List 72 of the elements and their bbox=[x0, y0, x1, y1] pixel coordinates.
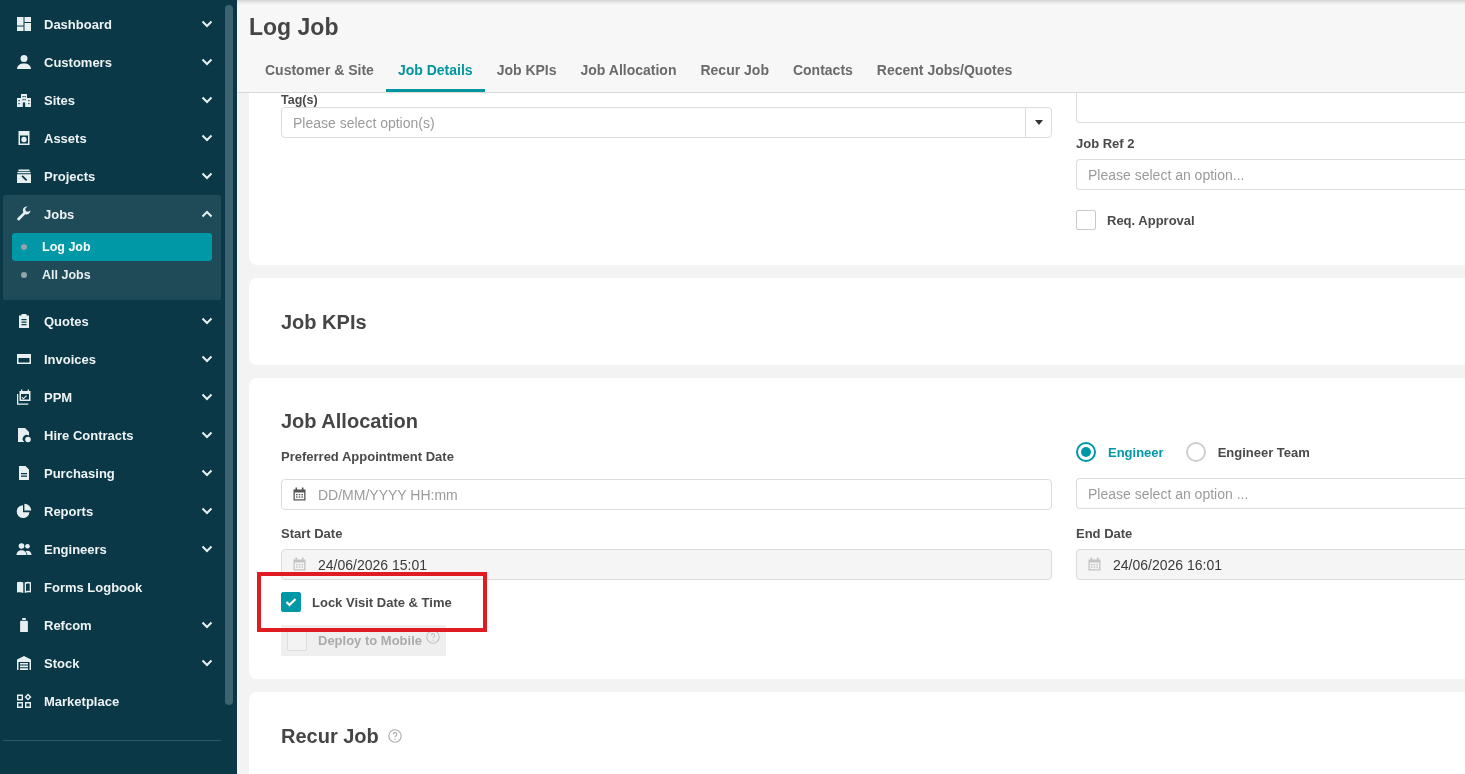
field-label: Start Date bbox=[281, 526, 343, 542]
field-label: Job Ref 2 bbox=[1076, 136, 1135, 152]
text-field[interactable] bbox=[1076, 93, 1465, 123]
sidebar-item[interactable]: Stock bbox=[3, 644, 221, 682]
tab[interactable]: Job KPIs bbox=[484, 52, 569, 92]
help-icon[interactable] bbox=[387, 729, 402, 743]
sidebar-item[interactable]: Jobs bbox=[3, 195, 221, 233]
bullet-icon bbox=[21, 272, 27, 278]
field-label: Tag(s) bbox=[281, 93, 318, 107]
radio-button[interactable] bbox=[1076, 442, 1096, 462]
sidebar-item[interactable]: Marketplace bbox=[3, 682, 221, 720]
checkmark-icon bbox=[285, 597, 297, 607]
apps-icon bbox=[16, 693, 32, 709]
sidebar-item[interactable]: Customers bbox=[3, 43, 221, 81]
calendar-icon bbox=[1088, 557, 1101, 571]
section-heading: Job KPIs bbox=[281, 310, 368, 335]
document-icon bbox=[16, 465, 32, 481]
checkbox-label: Req. Approval bbox=[1107, 212, 1195, 228]
tray-icon bbox=[16, 168, 32, 184]
person-icon bbox=[16, 54, 32, 70]
tab[interactable]: Recur Job bbox=[688, 52, 781, 92]
sidebar-item[interactable]: PPM bbox=[3, 378, 221, 416]
appliance-icon bbox=[16, 130, 32, 146]
calendar-icon bbox=[293, 487, 306, 501]
pie-chart-icon bbox=[16, 503, 32, 519]
radio-button[interactable] bbox=[1185, 442, 1206, 462]
book-icon bbox=[16, 579, 32, 595]
card-icon bbox=[16, 351, 32, 367]
sidebar-item[interactable]: Invoices bbox=[3, 340, 221, 378]
submenu-item[interactable]: All Jobs bbox=[12, 261, 212, 289]
checkbox[interactable] bbox=[281, 592, 301, 612]
tab[interactable]: Contacts bbox=[780, 52, 865, 92]
section-heading: Recur Job bbox=[281, 724, 379, 749]
tab[interactable]: Recent Jobs/Quotes bbox=[864, 52, 1025, 92]
sidebar-item[interactable]: Dashboard bbox=[3, 5, 221, 43]
sidebar-item[interactable]: Projects bbox=[3, 157, 221, 195]
scrollbar-thumb[interactable] bbox=[225, 5, 233, 705]
tags-select[interactable]: Please select option(s) bbox=[281, 107, 1052, 138]
radio-label: Engineer bbox=[1108, 444, 1164, 460]
bullet-icon bbox=[21, 244, 27, 250]
dashboard-icon bbox=[16, 16, 32, 32]
sidebar-item[interactable]: Engineers bbox=[3, 530, 221, 568]
sidebar-item[interactable]: Forms Logbook bbox=[3, 568, 221, 606]
building-icon bbox=[16, 92, 32, 108]
sidebar-item[interactable]: Assets bbox=[3, 119, 221, 157]
sidebar-item[interactable]: Quotes bbox=[3, 302, 221, 340]
field-label: Preferred Appointment Date bbox=[281, 449, 454, 465]
file-badge-icon bbox=[16, 427, 32, 443]
sidebar-item[interactable]: Hire Contracts bbox=[3, 416, 221, 454]
calendar-icon bbox=[293, 557, 306, 571]
section-heading: Job Allocation bbox=[281, 409, 420, 434]
tab[interactable]: Job Allocation bbox=[568, 52, 689, 92]
people-icon bbox=[16, 541, 32, 557]
select-field[interactable]: Please select an option ... bbox=[1076, 478, 1465, 509]
page-title: Log Job bbox=[248, 13, 339, 42]
checkbox[interactable] bbox=[1076, 210, 1096, 230]
field-label: End Date bbox=[1076, 526, 1133, 542]
sidebar-item[interactable]: Sites bbox=[3, 81, 221, 119]
clipboard-icon bbox=[16, 313, 32, 329]
select-field[interactable]: Please select an option... bbox=[1076, 159, 1465, 190]
sidebar-item[interactable]: Refcom bbox=[3, 606, 221, 644]
checkbox-label: Lock Visit Date & Time bbox=[312, 594, 452, 610]
tab[interactable]: Customer & Site bbox=[253, 52, 386, 92]
wrench-icon bbox=[16, 206, 32, 222]
calendar-check-icon bbox=[16, 389, 32, 405]
warehouse-icon bbox=[16, 655, 32, 671]
radio-label: Engineer Team bbox=[1217, 444, 1310, 460]
sidebar-item[interactable]: Reports bbox=[3, 492, 221, 530]
checkbox-label: Deploy to Mobile bbox=[318, 633, 422, 648]
sidebar-item[interactable]: Purchasing bbox=[3, 454, 221, 492]
caret-down-icon[interactable] bbox=[1034, 120, 1043, 125]
date-field[interactable]: DD/MM/YYYY HH:mm bbox=[281, 479, 1052, 510]
